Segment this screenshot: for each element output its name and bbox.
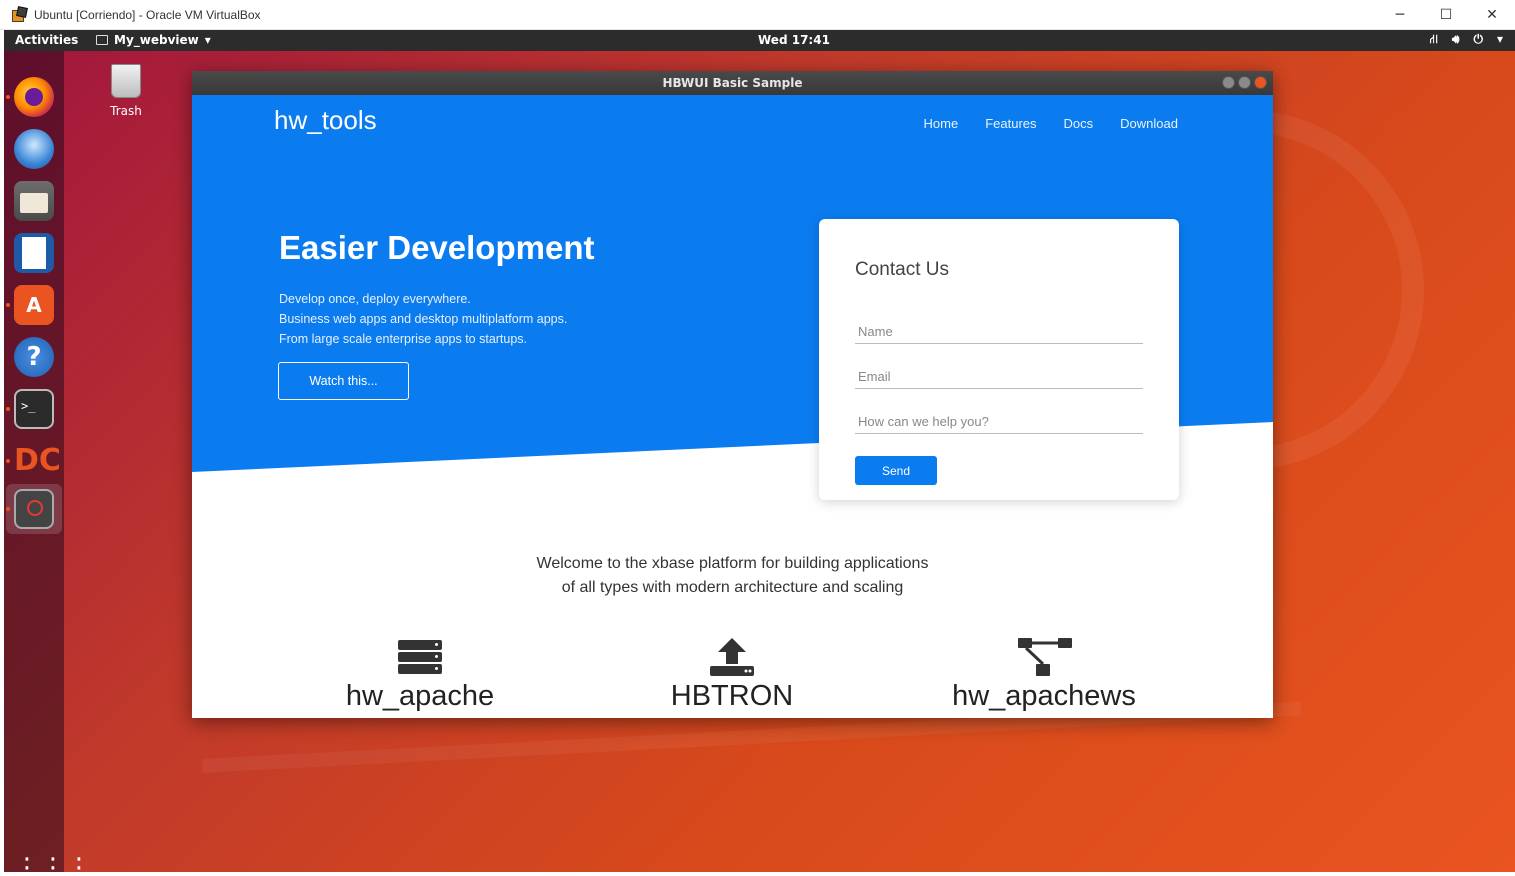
email-field[interactable] <box>855 365 1143 389</box>
dconf-icon[interactable]: DC <box>14 441 61 481</box>
feature-name: hw_apache <box>345 680 495 712</box>
gnome-top-bar: Activities My_webview ▾ Wed 17:41 ⛙ 🔊︎ ⏻… <box>4 30 1515 51</box>
app-menu-label: My_webview <box>114 33 199 47</box>
minimize-button[interactable] <box>1222 76 1235 89</box>
welcome-line: of all types with modern architecture an… <box>561 579 904 596</box>
writer-icon[interactable] <box>14 233 54 273</box>
feature-hw-apache[interactable]: hw_apache <box>270 636 570 713</box>
maximize-button[interactable]: ☐ <box>1423 0 1469 30</box>
feature-name: hw_apachews <box>952 680 1136 712</box>
hero-line: Business web apps and desktop multiplatf… <box>279 312 568 326</box>
main-nav: Home Features Docs Download <box>924 116 1178 131</box>
host-window-controls: ─ ☐ ✕ <box>1377 0 1515 30</box>
app-window: HBWUI Basic Sample hw_tools Home Feature… <box>192 71 1273 718</box>
feature-name: HBTRON <box>670 680 794 712</box>
thunderbird-icon[interactable] <box>14 129 54 169</box>
software-center-icon[interactable]: A <box>14 285 54 325</box>
vm-screen: Activities My_webview ▾ Wed 17:41 ⛙ 🔊︎ ⏻… <box>4 30 1515 872</box>
contact-card: Contact Us Send <box>819 219 1179 500</box>
show-applications-icon[interactable]: ⋮⋮⋮ <box>14 848 92 872</box>
app-menu[interactable]: My_webview ▾ <box>96 33 211 47</box>
hero-line: Develop once, deploy everywhere. <box>279 292 471 306</box>
system-tray[interactable]: ⛙ 🔊︎ ⏻ ▾ <box>1429 32 1503 48</box>
app-window-title: HBWUI Basic Sample <box>662 76 803 90</box>
clock[interactable]: Wed 17:41 <box>758 33 830 47</box>
welcome-line: Welcome to the xbase platform for buildi… <box>536 555 929 572</box>
hero-line: From large scale enterprise apps to star… <box>279 332 528 346</box>
app-window-controls <box>1222 76 1267 89</box>
running-indicator <box>6 407 10 411</box>
sitemap-icon <box>1014 636 1074 678</box>
hero-description: Develop once, deploy everywhere. Busines… <box>279 289 567 349</box>
chevron-down-icon: ▾ <box>204 33 211 47</box>
server-icon <box>390 636 450 678</box>
message-field[interactable] <box>855 410 1143 434</box>
firefox-icon[interactable] <box>14 77 54 117</box>
feature-hbtron[interactable]: HBTRON <box>582 636 882 713</box>
hero-title: Easier Development <box>279 229 595 266</box>
activities-button[interactable]: Activities <box>15 33 78 47</box>
running-indicator <box>6 459 10 463</box>
running-indicator <box>6 95 10 99</box>
help-icon[interactable]: ? <box>14 337 54 377</box>
volume-icon: 🔊︎ <box>1451 32 1460 46</box>
nav-download[interactable]: Download <box>1120 116 1178 131</box>
nav-features[interactable]: Features <box>985 116 1036 131</box>
webview-app-icon[interactable] <box>14 489 54 529</box>
maximize-button[interactable] <box>1238 76 1251 89</box>
feature-hw-apachews[interactable]: hw_apachews <box>894 636 1194 713</box>
nav-docs[interactable]: Docs <box>1064 116 1094 131</box>
trash-desktop-icon[interactable]: Trash <box>96 64 156 118</box>
name-field[interactable] <box>855 320 1143 344</box>
send-button[interactable]: Send <box>855 456 937 485</box>
dock: A ? >_ DC ⋮⋮⋮ <box>4 51 92 872</box>
close-button[interactable]: ✕ <box>1469 0 1515 30</box>
welcome-text: Welcome to the xbase platform for buildi… <box>192 552 1273 600</box>
close-button[interactable] <box>1254 76 1267 89</box>
trash-icon <box>111 64 141 98</box>
wallpaper-decoration <box>201 701 1307 869</box>
terminal-icon[interactable]: >_ <box>14 389 54 429</box>
watch-button[interactable]: Watch this... <box>278 362 409 400</box>
host-window-title: Ubuntu [Corriendo] - Oracle VM VirtualBo… <box>34 7 261 22</box>
host-titlebar: Ubuntu [Corriendo] - Oracle VM VirtualBo… <box>0 0 1515 30</box>
contact-title: Contact Us <box>855 259 949 280</box>
running-indicator <box>6 507 10 511</box>
minimize-button[interactable]: ─ <box>1377 0 1423 30</box>
files-icon[interactable] <box>14 181 54 221</box>
power-icon: ⏻ <box>1473 32 1483 46</box>
brand-logo[interactable]: hw_tools <box>274 105 377 136</box>
nav-home[interactable]: Home <box>924 116 959 131</box>
app-titlebar[interactable]: HBWUI Basic Sample <box>192 71 1273 95</box>
upload-icon <box>702 636 762 678</box>
window-icon <box>96 35 108 45</box>
trash-label: Trash <box>110 104 142 118</box>
webview-page: hw_tools Home Features Docs Download Eas… <box>192 95 1273 718</box>
chevron-down-icon: ▾ <box>1496 32 1503 46</box>
virtualbox-icon <box>12 5 28 23</box>
running-indicator <box>6 303 10 307</box>
network-icon: ⛙ <box>1429 32 1438 46</box>
